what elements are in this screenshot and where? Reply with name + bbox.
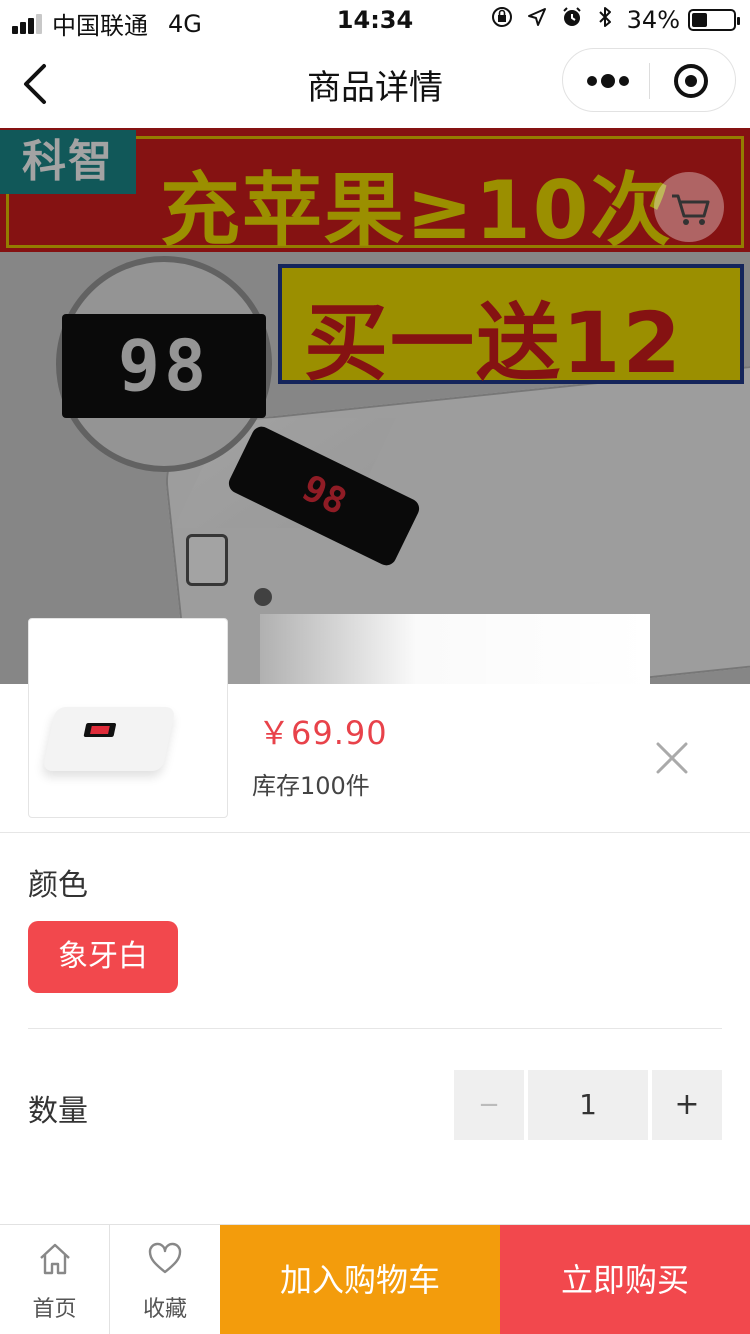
quantity-plus-button[interactable]: + [652, 1070, 722, 1140]
quantity-label: 数量 [28, 1094, 88, 1129]
sheet-divider [0, 832, 750, 833]
alarm-icon [561, 6, 583, 34]
bottom-action-bar: 首页 收藏 加入购物车 立即购买 [0, 1224, 750, 1334]
tab-favorite-label: 收藏 [142, 1297, 187, 1322]
product-stock: 库存100件 [252, 772, 370, 800]
color-option-ivory[interactable]: 象牙白 [28, 921, 178, 993]
product-detail-page: 中国联通 4G 14:34 34% 商品详情 充苹果≥10次 科智 98 98 … [0, 0, 750, 1334]
more-dots-icon [587, 74, 629, 88]
target-circle-icon [674, 64, 708, 98]
add-to-cart-button[interactable]: 加入购物车 [220, 1225, 500, 1334]
tab-home[interactable]: 首页 [0, 1225, 110, 1334]
cart-icon [654, 172, 724, 242]
quantity-value[interactable]: 1 [528, 1070, 648, 1140]
navigation-bar: 商品详情 [0, 40, 750, 128]
more-button[interactable] [585, 71, 631, 91]
close-icon [656, 742, 688, 774]
tab-home-label: 首页 [32, 1297, 77, 1322]
modal-mask[interactable] [0, 128, 750, 684]
miniprogram-capsule [562, 48, 736, 112]
product-price: ￥69.90 [258, 714, 388, 752]
heart-icon [148, 1242, 182, 1274]
product-thumbnail [28, 618, 228, 818]
capsule-divider [649, 63, 650, 99]
home-icon [40, 1243, 70, 1275]
color-label: 颜色 [28, 868, 88, 903]
close-sheet-button[interactable] [654, 740, 690, 776]
quantity-minus-button[interactable]: − [454, 1070, 524, 1140]
status-bar: 中国联通 4G 14:34 34% [0, 0, 750, 40]
price-blur-area [260, 614, 650, 714]
buy-now-button[interactable]: 立即购买 [500, 1225, 750, 1334]
battery-icon [688, 9, 740, 31]
product-banner-image: 充苹果≥10次 科智 98 98 买一送12 [0, 128, 750, 684]
battery-percent: 34% [626, 6, 680, 34]
location-arrow-icon [527, 7, 547, 33]
close-miniprogram-button[interactable] [673, 63, 709, 99]
section-divider [28, 1028, 722, 1029]
bluetooth-icon [597, 6, 613, 34]
status-right: 34% [491, 6, 740, 34]
spec-sheet: ￥69.90 库存100件 颜色 象牙白 数量 − 1 + [0, 614, 750, 1224]
lock-rotation-icon [491, 6, 513, 34]
tab-favorite[interactable]: 收藏 [110, 1225, 220, 1334]
